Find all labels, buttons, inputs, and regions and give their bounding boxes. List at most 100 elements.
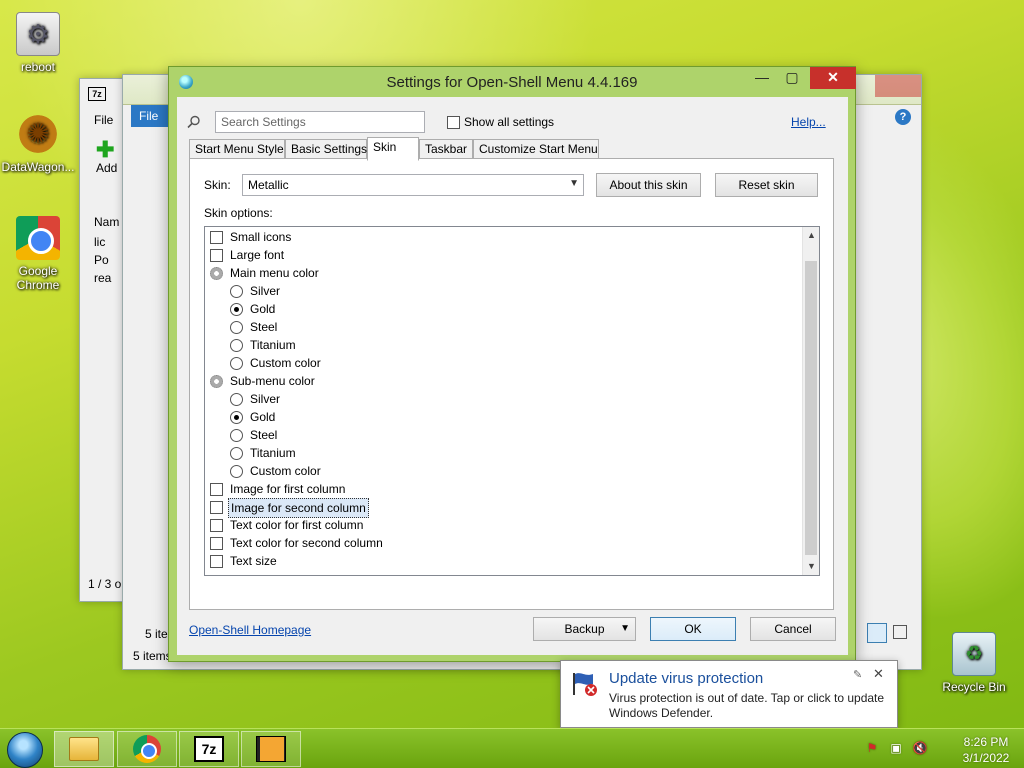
add-icon: ✚ — [96, 137, 115, 162]
menu-file[interactable]: File — [94, 113, 113, 127]
status-text: 1 / 3 o — [88, 577, 122, 591]
skin-select[interactable]: Metallic ▼ — [242, 174, 584, 196]
help-link[interactable]: Help... — [791, 115, 826, 129]
title-bar[interactable]: Settings for Open-Shell Menu 4.4.169 — ▢… — [169, 67, 856, 97]
dialog-client-area: Search Settings Show all settings Help..… — [177, 97, 848, 655]
option-label: Text color for first column — [230, 518, 364, 532]
recycle-bin-icon: ♻ — [952, 632, 996, 676]
radio-button-selected[interactable] — [230, 411, 243, 424]
vertical-scrollbar[interactable]: ▲ ▼ — [802, 227, 819, 575]
settings-wrench-icon[interactable]: ✎ — [853, 668, 862, 681]
add-label[interactable]: Add — [96, 161, 117, 175]
checkbox-box[interactable] — [447, 116, 460, 130]
chrome-icon — [16, 216, 60, 260]
desktop-icon-reboot[interactable]: ⚙ reboot — [0, 12, 76, 74]
skin-options-list[interactable]: Small icons Large font Main menu color S… — [204, 226, 820, 576]
option-label: Steel — [250, 428, 278, 442]
desktop-icon-chrome[interactable]: Google Chrome — [0, 216, 76, 292]
tab-basic-settings[interactable]: Basic Settings — [285, 139, 367, 159]
details-view-icon[interactable] — [867, 623, 887, 643]
ok-button[interactable]: OK — [650, 617, 736, 641]
search-icon — [187, 115, 200, 129]
clock-date[interactable]: 3/1/2022 — [956, 751, 1016, 765]
group-label: Main menu color — [230, 266, 319, 280]
option-label: Titanium — [250, 338, 296, 352]
radio-button[interactable] — [230, 447, 243, 460]
minimize-button[interactable]: — — [747, 67, 777, 89]
folder-icon — [69, 737, 99, 761]
action-center-flag-icon[interactable]: ⚑ — [864, 741, 880, 757]
skin-panel: Skin: Metallic ▼ About this skin Reset s… — [189, 158, 834, 610]
open-shell-homepage-link[interactable]: Open-Shell Homepage — [189, 623, 311, 637]
taskbar-file-explorer[interactable] — [54, 731, 114, 767]
radio-button[interactable] — [230, 465, 243, 478]
help-icon[interactable]: ? — [895, 109, 911, 125]
desktop-icon-label: reboot — [20, 60, 56, 74]
tab-start-menu-style[interactable]: Start Menu Style — [189, 139, 285, 159]
checkbox-box[interactable] — [210, 249, 223, 262]
checkbox-box[interactable] — [210, 483, 223, 496]
backup-button-label: Backup — [564, 622, 605, 636]
option-label: Custom color — [250, 356, 321, 370]
file-row[interactable]: rea — [94, 271, 111, 285]
start-button[interactable] — [7, 732, 43, 768]
search-input[interactable]: Search Settings — [215, 111, 425, 133]
maximize-button[interactable]: ▢ — [777, 67, 807, 89]
tab-customize-start-menu[interactable]: Customize Start Menu — [473, 139, 599, 159]
tab-taskbar[interactable]: Taskbar — [419, 139, 473, 159]
close-button[interactable]: ✕ — [810, 67, 856, 89]
close-icon[interactable]: ✕ — [873, 666, 884, 682]
desktop-icon-label: Recycle Bin — [942, 680, 1006, 694]
cancel-button[interactable]: Cancel — [750, 617, 836, 641]
close-button[interactable] — [875, 75, 921, 97]
menu-file[interactable]: File — [131, 105, 171, 127]
radio-button[interactable] — [230, 393, 243, 406]
volume-muted-icon[interactable]: 🔇 — [912, 741, 928, 757]
taskbar: 7z ⚑ ▣ 🔇 8:26 PM 3/1/2022 — [0, 728, 1024, 768]
scroll-down-icon[interactable]: ▼ — [803, 558, 819, 575]
checkbox-box[interactable] — [210, 501, 223, 514]
radio-button[interactable] — [230, 285, 243, 298]
virus-protection-notification[interactable]: Update virus protection Virus protection… — [560, 660, 898, 728]
radio-button-selected[interactable] — [230, 303, 243, 316]
option-label: Large font — [230, 248, 285, 262]
backup-button[interactable]: Backup ▼ — [533, 617, 636, 641]
column-name-header[interactable]: Nam — [94, 215, 119, 229]
checkbox-box[interactable] — [210, 231, 223, 244]
radio-button[interactable] — [230, 357, 243, 370]
tab-skin[interactable]: Skin — [367, 137, 419, 161]
file-row[interactable]: lic — [94, 235, 105, 249]
scroll-up-icon[interactable]: ▲ — [803, 227, 819, 244]
datawagon-icon: ✺ — [16, 112, 60, 156]
file-row[interactable]: Po — [94, 253, 109, 267]
network-icon[interactable]: ▣ — [888, 741, 904, 757]
taskbar-media[interactable] — [241, 731, 301, 767]
reset-skin-button[interactable]: Reset skin — [715, 173, 818, 197]
checkbox-box[interactable] — [210, 519, 223, 532]
option-label: Silver — [250, 392, 281, 406]
option-label: Small icons — [230, 230, 292, 244]
chrome-icon — [133, 735, 161, 763]
desktop-icon-datawagon[interactable]: ✺ DataWagon... — [0, 112, 76, 174]
large-icons-view-icon[interactable] — [893, 625, 907, 639]
notification-title[interactable]: Update virus protection — [609, 670, 763, 687]
checkbox-box[interactable] — [210, 555, 223, 568]
clock-time[interactable]: 8:26 PM — [956, 735, 1016, 749]
system-tray: ⚑ ▣ 🔇 8:26 PM 3/1/2022 — [856, 729, 1016, 768]
taskbar-7zip[interactable]: 7z — [179, 731, 239, 767]
radio-button[interactable] — [230, 429, 243, 442]
skin-label: Skin: — [204, 178, 231, 192]
desktop-icon-recycle-bin[interactable]: ♻ Recycle Bin — [936, 632, 1012, 694]
chevron-down-icon: ▼ — [569, 178, 579, 189]
radio-button[interactable] — [230, 339, 243, 352]
checkbox-box[interactable] — [210, 537, 223, 550]
notification-message[interactable]: Virus protection is out of date. Tap or … — [609, 691, 891, 721]
about-skin-button[interactable]: About this skin — [596, 173, 701, 197]
scrollbar-thumb[interactable] — [805, 261, 817, 555]
7z-icon: 7z — [194, 736, 224, 762]
option-label: Gold — [250, 410, 276, 424]
show-all-settings-checkbox[interactable]: Show all settings — [447, 115, 554, 130]
settings-dialog[interactable]: Settings for Open-Shell Menu 4.4.169 — ▢… — [168, 66, 856, 662]
taskbar-chrome[interactable] — [117, 731, 177, 767]
radio-button[interactable] — [230, 321, 243, 334]
